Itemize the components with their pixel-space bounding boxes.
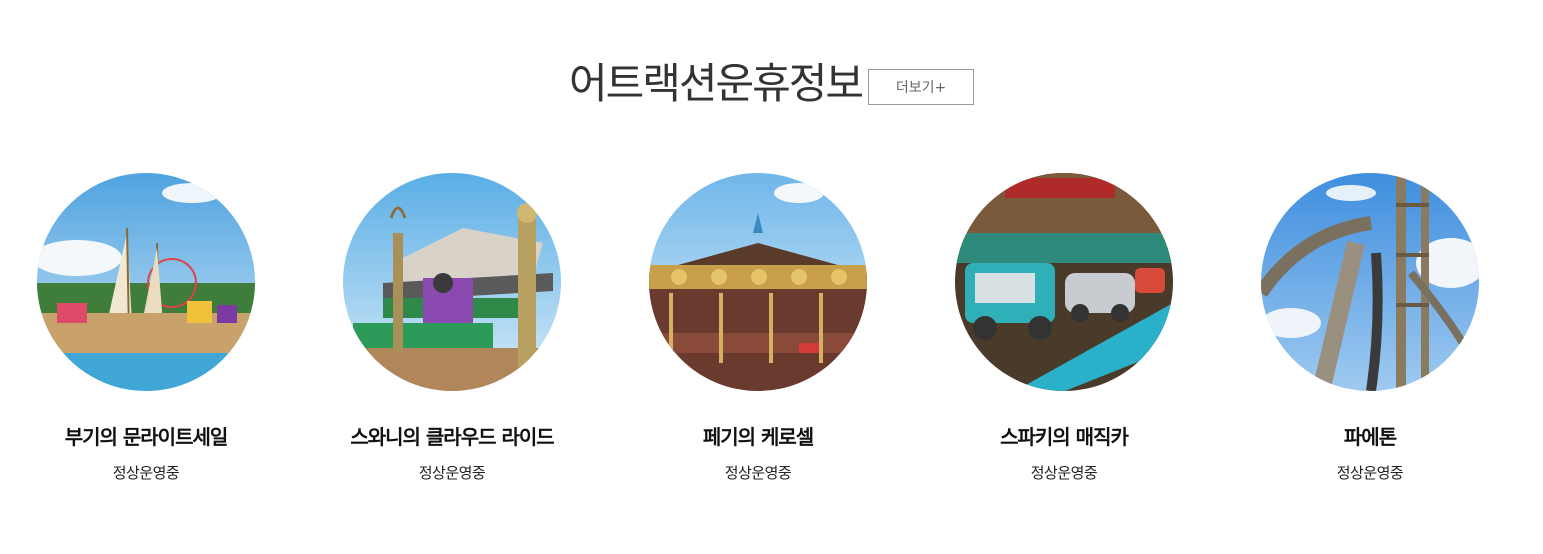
attraction-image[interactable] xyxy=(1261,173,1479,391)
attraction-name[interactable]: 스파키의 매직카 xyxy=(911,421,1217,450)
attraction-status: 정상운영중 xyxy=(112,464,180,482)
attraction-name[interactable]: 부기의 문라이트세일 xyxy=(0,421,299,450)
attraction-card: 페기의 케로셀 정상운영중 xyxy=(605,173,911,483)
more-button[interactable]: 더보기+ xyxy=(868,69,975,105)
attraction-image[interactable] xyxy=(955,173,1173,391)
attraction-status: 정상운영중 xyxy=(724,464,792,482)
section-header: 어트랙션운휴정보 더보기+ xyxy=(0,56,1543,112)
attraction-card: 스파키의 매직카 정상운영중 xyxy=(911,173,1217,483)
section-title: 어트랙션운휴정보 xyxy=(568,59,864,108)
attraction-image[interactable] xyxy=(37,173,255,391)
attraction-name[interactable]: 파에톤 xyxy=(1217,421,1523,450)
attraction-image[interactable] xyxy=(649,173,867,391)
attraction-status: 정상운영중 xyxy=(1030,464,1098,482)
attraction-name[interactable]: 페기의 케로셀 xyxy=(605,421,911,450)
attraction-status: 정상운영중 xyxy=(1336,464,1404,482)
attraction-card: 파에톤 정상운영중 xyxy=(1217,173,1523,483)
attraction-image[interactable] xyxy=(343,173,561,391)
attraction-card: 스와니의 클라우드 라이드 정상운영중 xyxy=(299,173,605,483)
attraction-name[interactable]: 스와니의 클라우드 라이드 xyxy=(299,421,605,450)
attraction-card: 부기의 문라이트세일 정상운영중 xyxy=(0,173,299,483)
attraction-status: 정상운영중 xyxy=(418,464,486,482)
